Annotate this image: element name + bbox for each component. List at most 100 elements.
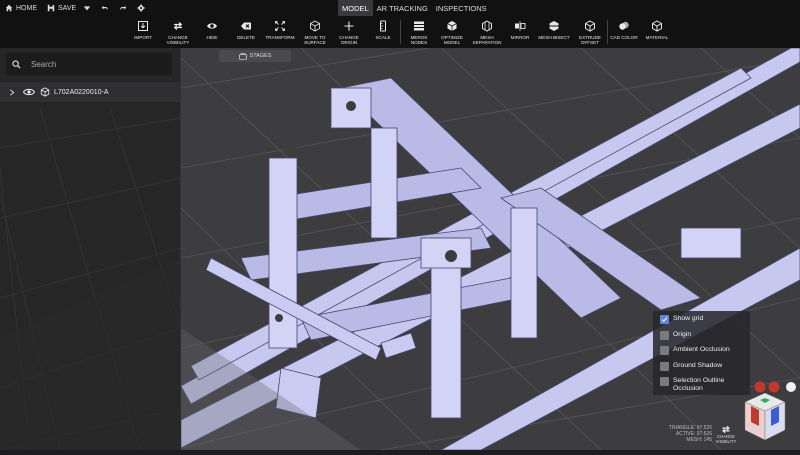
change-visibility-button[interactable]: CHANGE VISIBILITY — [162, 16, 194, 48]
scale-label: SCALE — [375, 35, 391, 40]
bisect-icon — [548, 21, 560, 31]
home-button[interactable]: HOME — [0, 0, 42, 16]
option-ambient-occlusion[interactable]: Ambient Occlusion — [653, 346, 750, 362]
material-icon — [652, 20, 662, 32]
mesh-separation-button[interactable]: MESH SEPARATION — [470, 16, 504, 48]
checkbox-ambient-occlusion[interactable] — [660, 346, 669, 355]
redo-button[interactable] — [114, 0, 132, 16]
home-icon — [5, 4, 13, 12]
change-origin-button[interactable]: CHANGE ORIGIN — [334, 16, 364, 48]
change-visibility-label: CHANGE VISIBILITY — [166, 35, 190, 46]
visibility-eye-icon[interactable] — [23, 88, 35, 96]
move-to-surface-button[interactable]: MOVE TO SURFACE — [300, 16, 330, 48]
mesh-stats: TRIANGLE: 97.526 ACTIVE: 97.526 MESH: 14… — [650, 425, 712, 443]
tab-model[interactable]: MODEL — [338, 0, 373, 16]
plus-icon — [344, 21, 354, 31]
option-label: Ground Shadow — [673, 361, 723, 369]
option-selection-outline-occlusion[interactable]: Selection Outline Occlusion — [653, 377, 750, 395]
palette-icon — [619, 21, 629, 30]
mesh-cube-icon — [40, 87, 50, 97]
mesh-count: MESH: 145 — [686, 437, 712, 443]
material-label: MATERIAL — [645, 35, 669, 40]
view-options-panel: Show grid Origin Ambient Occlusion Groun… — [653, 311, 750, 395]
option-label: Show grid — [673, 315, 704, 322]
option-show-grid[interactable]: Show grid — [653, 315, 750, 331]
settings-button[interactable] — [132, 0, 150, 16]
view-cube[interactable] — [740, 380, 800, 450]
mesh-bisect-button[interactable]: MESH BISECT — [536, 16, 572, 48]
gear-icon — [137, 4, 145, 12]
mirror-button[interactable]: MIRROR — [507, 16, 533, 48]
transform-icon — [275, 21, 285, 31]
scene-tree-panel: L702A0220010-A — [0, 48, 183, 450]
tab-ar-tracking[interactable]: AR TRACKING — [373, 0, 432, 16]
cube-icon — [310, 20, 320, 32]
change-origin-label: CHANGE ORIGIN — [339, 35, 359, 46]
mesh-separation-label: MESH SEPARATION — [472, 35, 502, 46]
extrude-icon — [585, 20, 595, 32]
stages-button[interactable]: STAGES — [219, 50, 291, 62]
import-icon — [138, 21, 148, 31]
search-input[interactable] — [29, 58, 159, 70]
checkbox-ground-shadow[interactable] — [660, 361, 669, 371]
mesh-separation-icon — [482, 20, 492, 32]
caret-down-icon[interactable] — [83, 4, 91, 12]
redo-icon — [120, 5, 127, 11]
checkbox-show-grid[interactable] — [660, 315, 669, 324]
import-label: IMPORT — [134, 35, 152, 40]
extrude-offset-label: EXTRUDE OFFSET — [579, 35, 601, 46]
toolbar-divider — [607, 20, 608, 44]
search-icon — [12, 59, 21, 69]
toolbar: IMPORT CHANGE VISIBILITY HIDE DELETE TRA… — [0, 16, 800, 48]
option-label: Selection Outline Occlusion — [673, 377, 725, 392]
top-bar: HOME SAVE MODEL AR TRACKING INSPECTIONS — [0, 0, 800, 16]
undo-button[interactable] — [96, 0, 114, 16]
scale-icon — [380, 20, 386, 32]
home-label: HOME — [16, 4, 37, 12]
import-button[interactable]: IMPORT — [130, 16, 156, 48]
view-cube-red-marker — [754, 381, 766, 393]
tree-item[interactable]: L702A0220010-A — [0, 82, 181, 102]
option-origin[interactable]: Origin — [653, 330, 750, 347]
option-ground-shadow[interactable]: Ground Shadow — [653, 361, 750, 378]
save-button[interactable]: SAVE — [42, 0, 96, 16]
mirror-icon — [515, 21, 526, 31]
option-label: Origin — [673, 330, 692, 338]
optimize-model-label: OPTIMIZE MODEL — [441, 35, 463, 46]
check-icon — [661, 317, 668, 323]
change-visibility-quick-button[interactable]: CHANGE VISIBILITY — [712, 424, 740, 445]
option-label: Ambient Occlusion — [673, 346, 730, 353]
view-cube-home-button[interactable] — [786, 382, 796, 392]
extrude-offset-button[interactable]: EXTRUDE OFFSET — [575, 16, 605, 48]
hide-label: HIDE — [206, 35, 218, 40]
cad-color-button[interactable]: CAD COLOR — [609, 16, 639, 48]
chevron-right-icon[interactable] — [9, 89, 15, 96]
delete-icon — [241, 22, 251, 30]
checkbox-origin[interactable] — [660, 330, 669, 340]
search-box[interactable] — [6, 53, 172, 75]
view-cube-red-marker — [768, 381, 780, 393]
merge-icon — [414, 21, 424, 31]
material-button[interactable]: MATERIAL — [643, 16, 671, 48]
mesh-bisect-label: MESH BISECT — [538, 35, 570, 40]
transform-label: TRANSFORM — [265, 35, 295, 40]
scale-button[interactable]: SCALE — [369, 16, 397, 48]
transform-button[interactable]: TRANSFORM — [264, 16, 296, 48]
swap-arrows-icon — [173, 22, 183, 30]
tree-item-label: L702A0220010-A — [54, 88, 109, 96]
hide-button[interactable]: HIDE — [199, 16, 225, 48]
save-icon — [47, 4, 55, 12]
delete-button[interactable]: DELETE — [232, 16, 260, 48]
optimize-icon — [447, 21, 457, 31]
checkbox-selection-outline-occlusion[interactable] — [660, 377, 669, 386]
tab-inspections[interactable]: INSPECTIONS — [432, 0, 491, 16]
undo-icon — [101, 5, 108, 11]
mirror-label: MIRROR — [510, 35, 530, 40]
save-label: SAVE — [58, 4, 77, 12]
eye-icon — [207, 23, 217, 29]
delete-label: DELETE — [237, 35, 255, 40]
optimize-model-button[interactable]: OPTIMIZE MODEL — [437, 16, 467, 48]
change-visibility-quick-label: CHANGE VISIBILITY — [715, 434, 737, 444]
merge-nodes-button[interactable]: MERGE NODES — [405, 16, 433, 48]
move-to-surface-label: MOVE TO SURFACE — [304, 35, 326, 46]
